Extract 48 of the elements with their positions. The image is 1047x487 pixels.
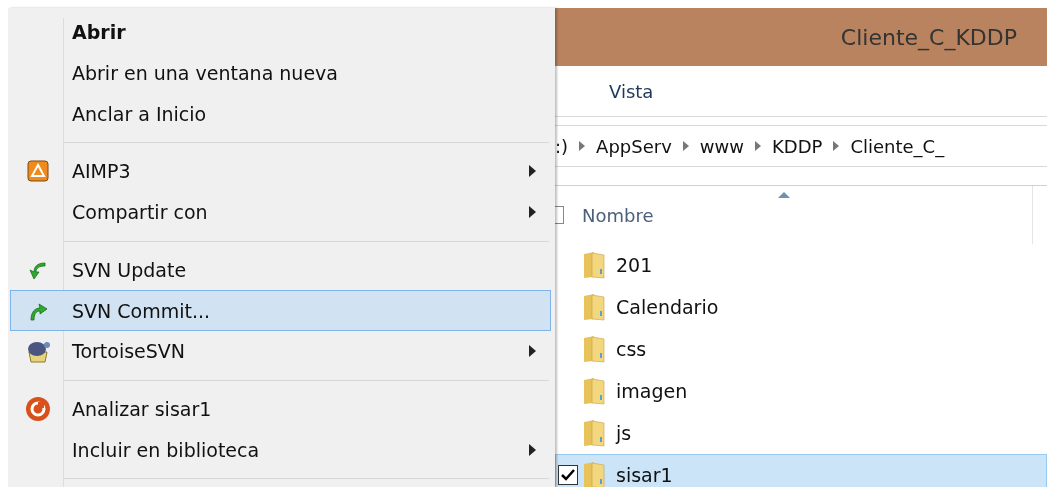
menu-item[interactable]: Incluir en biblioteca [10, 429, 551, 471]
file-row[interactable]: imagen [555, 370, 1047, 412]
submenu-arrow-icon [529, 345, 536, 358]
submenu-arrow-icon [529, 165, 536, 178]
breadcrumb[interactable]: KDDP [772, 135, 823, 157]
menu-item[interactable]: Anclar a Inicio [10, 93, 551, 135]
folder-icon [582, 251, 606, 279]
file-name: imagen [616, 380, 688, 402]
file-row[interactable]: css [555, 328, 1047, 370]
menu-item[interactable]: AIMP3 [10, 151, 551, 192]
file-name: sisar1 [616, 464, 673, 486]
checkbox[interactable] [558, 465, 578, 485]
file-row[interactable]: sisar1 [555, 454, 1047, 487]
file-name: Calendario [616, 296, 719, 318]
submenu-arrow-icon [529, 443, 536, 456]
column-header[interactable]: Nombre [582, 204, 654, 226]
swirl-logo-icon [25, 395, 51, 422]
menu-item[interactable]: Abrir en una ventana nueva [10, 52, 551, 94]
ribbon-tab[interactable]: Vista [609, 80, 654, 102]
file-row[interactable]: 201 [555, 244, 1047, 286]
file-row[interactable]: js [555, 412, 1047, 454]
menu-item[interactable]: Compartir con [10, 191, 551, 233]
folder-icon [582, 335, 606, 363]
folder-icon [582, 293, 606, 321]
chevron-icon[interactable] [578, 141, 587, 151]
menu-item[interactable]: SVN Commit... [10, 290, 551, 331]
chevron-icon[interactable] [832, 141, 841, 151]
window-title: Cliente_C_KDDP [840, 24, 1017, 50]
file-name: 201 [616, 254, 653, 276]
file-row[interactable]: Calendario [555, 286, 1047, 328]
file-name: js [616, 422, 632, 444]
menu-item[interactable]: SVN Update [10, 249, 551, 291]
submenu-arrow-icon [529, 206, 536, 219]
breadcrumb[interactable]: www [699, 135, 744, 157]
file-name: css [616, 338, 647, 360]
breadcrumb[interactable]: Cliente_C_ [850, 135, 945, 157]
folder-icon [582, 419, 606, 447]
menu-item[interactable]: TortoiseSVN [10, 330, 551, 372]
header-checkbox[interactable] [555, 206, 564, 224]
menu-item[interactable]: Analizar sisar1 [10, 388, 551, 430]
chevron-icon[interactable] [754, 141, 762, 151]
folder-icon [582, 461, 606, 487]
breadcrumb[interactable]: AppServ [596, 135, 672, 157]
folder-icon [582, 377, 606, 405]
menu-item[interactable]: Abrir [10, 12, 551, 53]
chevron-icon[interactable] [681, 141, 690, 151]
breadcrumb[interactable]: :) [555, 135, 569, 157]
app-logo-icon [27, 160, 49, 183]
